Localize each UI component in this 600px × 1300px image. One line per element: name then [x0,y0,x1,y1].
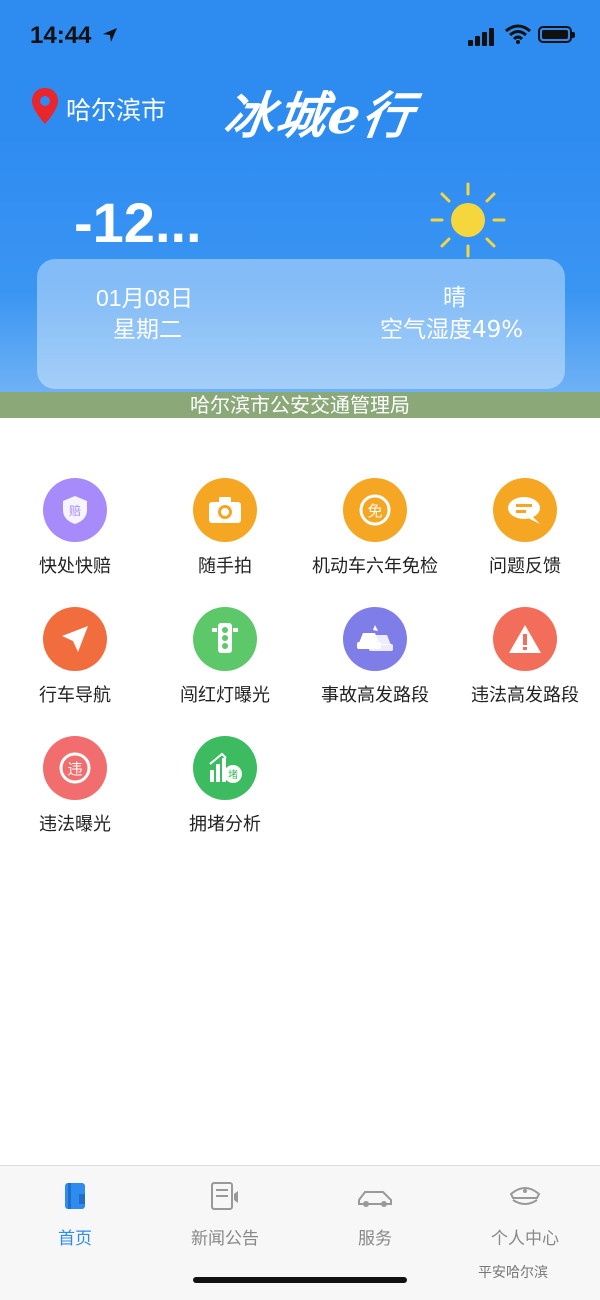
service-label: 问题反馈 [489,556,561,577]
tab-news[interactable]: 新闻公告 [150,1180,300,1249]
compensation-shield-icon: 赔 [43,478,107,542]
cellular-signal-icon [468,28,494,46]
tab-profile[interactable]: 个人中心 [450,1180,600,1249]
service-violation-exposure[interactable]: 违 违法曝光 [0,736,150,836]
weather-weekday: 星期二 [113,317,182,343]
service-label: 闯红灯曝光 [180,685,270,706]
svg-text:违: 违 [67,760,82,778]
car-accident-icon [343,607,407,671]
service-label: 拥堵分析 [189,814,261,835]
sunny-weather-icon [430,182,506,258]
svg-text:堵: 堵 [228,768,238,781]
weather-date: 01月08日 [96,285,194,311]
tab-label: 首页 [58,1229,92,1249]
congestion-chart-icon: 堵 [193,736,257,800]
svg-text:赔: 赔 [69,503,81,518]
tab-services[interactable]: 服务 [300,1180,450,1249]
service-violation-hotspots[interactable]: 违法高发路段 [450,607,600,707]
service-label: 违法曝光 [39,814,111,835]
service-accident-hotspots[interactable]: 事故高发路段 [300,607,450,707]
service-quick-compensation[interactable]: 赔 快处快赔 [0,478,150,578]
service-red-light-exposure[interactable]: 闯红灯曝光 [150,607,300,707]
camera-icon [193,478,257,542]
weather-humidity: 空气湿度49% [380,317,524,343]
feedback-chat-icon [493,478,557,542]
service-inspection-exempt[interactable]: 免 机动车六年免检 [300,478,450,578]
service-label: 事故高发路段 [321,685,429,706]
svg-text:免: 免 [367,502,382,520]
location-pin-icon[interactable] [32,88,58,124]
city-selector[interactable]: 哈尔滨市 [66,91,166,127]
service-navigation[interactable]: 行车导航 [0,607,150,707]
traffic-light-icon [193,607,257,671]
service-feedback[interactable]: 问题反馈 [450,478,600,578]
service-snapshot[interactable]: 随手拍 [150,478,300,578]
service-label: 行车导航 [39,685,111,706]
service-label: 快处快赔 [39,556,111,577]
tab-label: 新闻公告 [191,1229,259,1249]
temperature: -12... [74,191,202,254]
tab-home[interactable]: 首页 [0,1180,150,1249]
home-indicator [193,1277,407,1283]
location-arrow-icon [103,28,117,42]
tab-label: 个人中心 [491,1229,559,1249]
tab-label: 服务 [358,1229,392,1249]
navigation-arrow-icon [43,607,107,671]
service-label: 违法高发路段 [471,685,579,706]
service-label: 随手拍 [198,556,252,577]
app-brand-logo: 冰城e行 [220,86,419,145]
violation-icon: 违 [43,736,107,800]
police-cap-icon [509,1187,541,1205]
weather-condition: 晴 [443,285,466,311]
wifi-icon [505,24,531,44]
inspection-exempt-icon: 免 [343,478,407,542]
service-congestion-analysis[interactable]: 堵 拥堵分析 [150,736,300,836]
news-announcement-icon [211,1182,238,1210]
watermark: 平安哈尔滨 [478,1265,548,1281]
status-time: 14:44 [30,22,92,49]
home-book-icon [65,1183,85,1209]
warning-triangle-icon [493,607,557,671]
battery-icon [538,26,575,43]
car-service-icon [358,1191,392,1207]
service-label: 机动车六年免检 [312,556,438,577]
agency-name: 哈尔滨市公安交通管理局 [190,393,410,417]
